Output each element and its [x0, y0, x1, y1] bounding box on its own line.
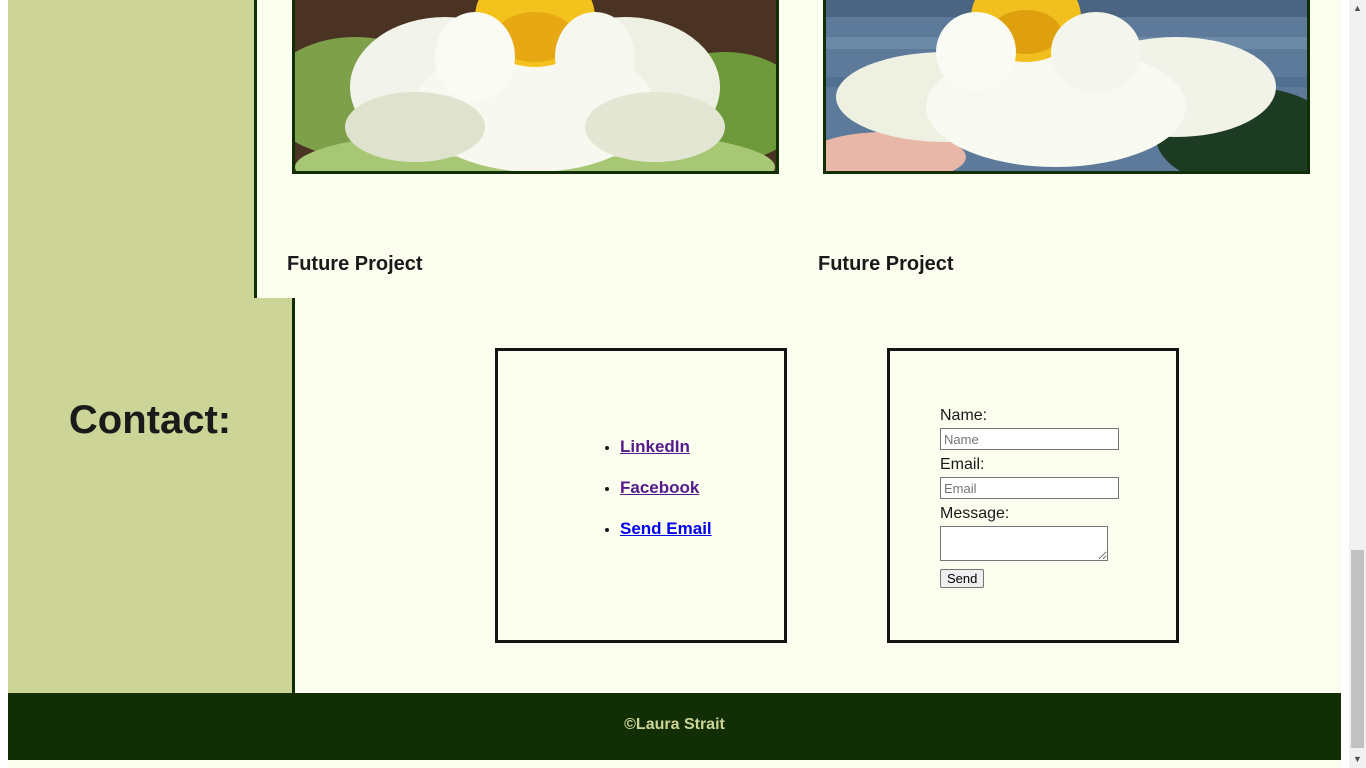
message-textarea[interactable] — [940, 526, 1108, 561]
list-item: Send Email — [620, 519, 712, 539]
list-item: Facebook — [620, 478, 712, 498]
projects-sidebar — [8, 0, 257, 298]
contact-links-list: LinkedIn Facebook Send Email — [586, 437, 712, 560]
name-label: Name: — [940, 407, 988, 424]
footer: ©Laura Strait — [8, 693, 1341, 760]
project-title-1: Future Project — [287, 253, 423, 275]
contact-form-box: Name: Email: Message: Send — [887, 348, 1179, 643]
facebook-link[interactable]: Facebook — [620, 478, 699, 497]
email-label: Email: — [940, 456, 985, 473]
linkedin-link[interactable]: LinkedIn — [620, 437, 690, 456]
email-input[interactable] — [940, 477, 1119, 499]
scroll-up-arrow-icon[interactable]: ▲ — [1349, 0, 1366, 17]
scrollbar-thumb[interactable] — [1351, 550, 1364, 748]
scroll-down-arrow-icon[interactable]: ▼ — [1349, 751, 1366, 768]
message-label: Message: — [940, 505, 1010, 522]
send-button[interactable]: Send — [940, 569, 985, 588]
vertical-scrollbar[interactable]: ▲ ▼ — [1349, 0, 1366, 768]
project-image-2[interactable] — [823, 0, 1310, 174]
name-input[interactable] — [940, 428, 1119, 450]
page: Future Project Future Project Contact: L… — [8, 0, 1341, 768]
contact-form: Name: Email: Message: Send — [940, 405, 1119, 588]
contact-links-box: LinkedIn Facebook Send Email — [495, 348, 787, 643]
project-title-2: Future Project — [818, 253, 954, 275]
copyright-text: ©Laura Strait — [624, 716, 725, 733]
project-image-1[interactable] — [292, 0, 779, 174]
contact-heading: Contact: — [68, 398, 232, 442]
send-email-link[interactable]: Send Email — [620, 519, 712, 538]
contact-sidebar: Contact: — [8, 298, 295, 693]
list-item: LinkedIn — [620, 437, 712, 457]
